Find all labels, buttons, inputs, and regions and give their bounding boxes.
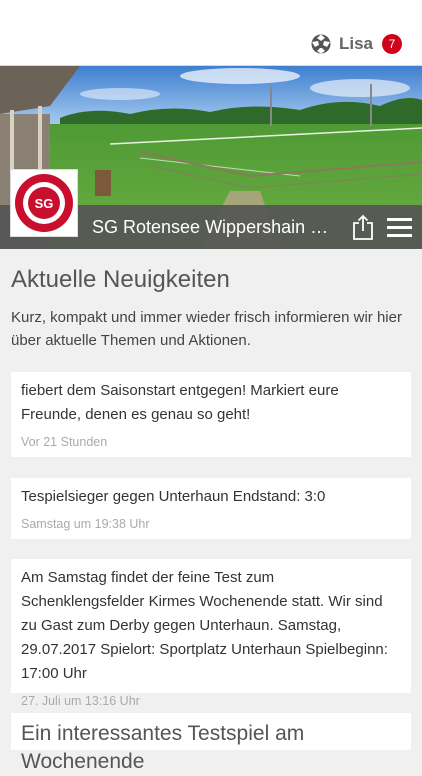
news-item-text: fiebert dem Saisonstart entgegen! Markie… xyxy=(21,382,339,423)
news-item-time: Vor 21 Stunden xyxy=(21,435,108,449)
news-item-time: 27. Juli um 13:16 Uhr xyxy=(21,694,140,708)
news-section-title: Aktuelle Neuigkeiten xyxy=(11,266,230,293)
hamburger-menu-icon[interactable] xyxy=(387,218,412,237)
club-logo-text: SG xyxy=(35,196,54,211)
news-intro-text: Kurz, kompakt und immer wieder frisch in… xyxy=(11,309,402,349)
user-name: Lisa xyxy=(338,34,373,53)
news-item-text: Tespielsieger gegen Unterhaun Endstand: … xyxy=(21,488,326,505)
soccer-ball-icon xyxy=(311,34,331,54)
share-icon[interactable] xyxy=(352,214,374,240)
news-item[interactable]: fiebert dem Saisonstart entgegen! Markie… xyxy=(11,372,411,457)
top-bar: Lisa 7 xyxy=(0,0,422,66)
news-item[interactable]: Am Samstag findet der feine Test zum Sch… xyxy=(11,559,411,708)
notification-badge[interactable]: 7 xyxy=(382,34,402,54)
news-item-time: Samstag um 19:38 Uhr xyxy=(21,517,150,531)
club-logo: SG xyxy=(10,169,78,237)
user-profile-button[interactable]: Lisa 7 xyxy=(311,32,402,56)
news-item[interactable]: Ein interessantes Testspiel am Wochenend… xyxy=(11,713,411,773)
club-name: SG Rotensee Wippershain Sc... xyxy=(92,217,338,237)
news-item-text: Ein interessantes Testspiel am Wochenend… xyxy=(21,722,305,773)
club-crest-icon: SG xyxy=(15,174,73,232)
news-item[interactable]: Tespielsieger gegen Unterhaun Endstand: … xyxy=(11,478,411,539)
news-item-text: Am Samstag findet der feine Test zum Sch… xyxy=(21,569,388,682)
